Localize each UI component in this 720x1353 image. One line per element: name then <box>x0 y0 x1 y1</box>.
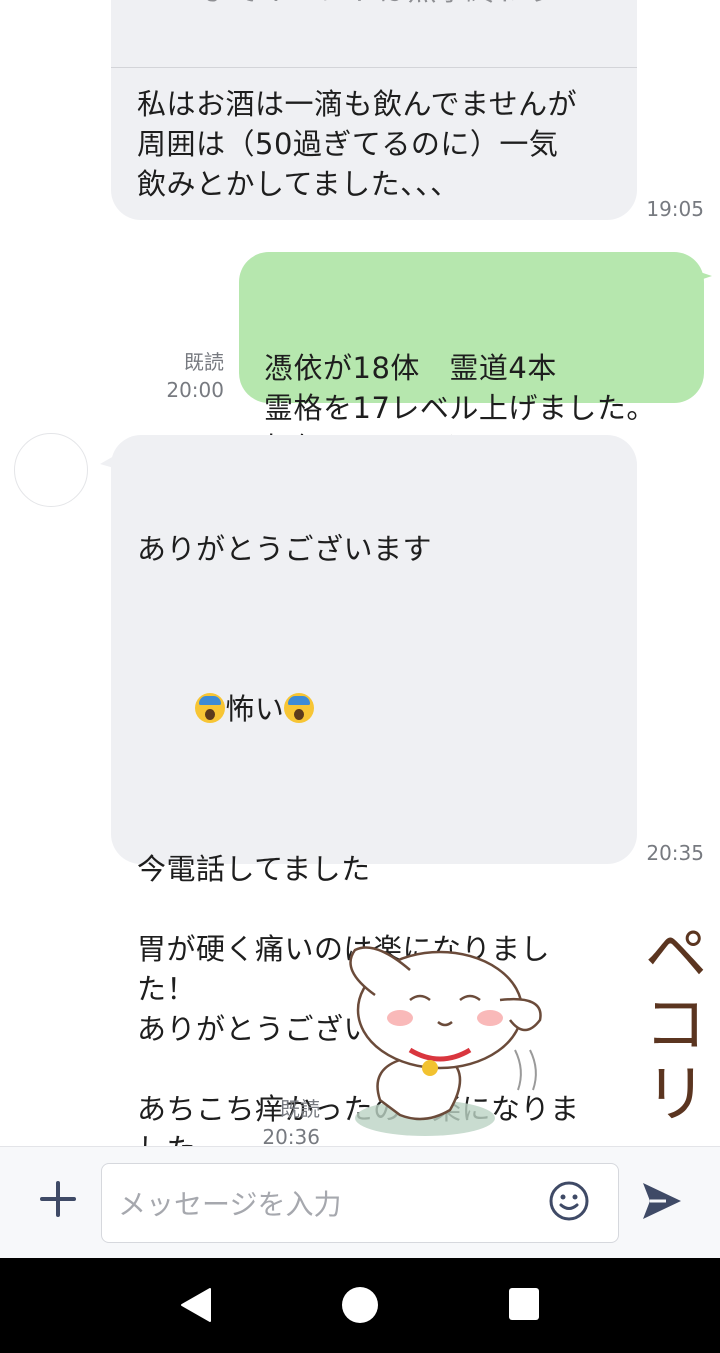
sticker-image[interactable]: ペコリ <box>330 900 710 1146</box>
home-circle-icon[interactable] <box>342 1287 378 1323</box>
quoted-message[interactable]: までイベントは無事終わり… <box>111 0 637 68</box>
message-input-bar <box>0 1146 720 1258</box>
back-triangle-icon[interactable] <box>178 1286 216 1324</box>
message-line: ありがとうございます <box>137 532 433 566</box>
bowing-bunny-sticker: ペコリ <box>349 920 707 1136</box>
message-field[interactable] <box>101 1163 619 1243</box>
read-label: 既読 <box>184 350 224 374</box>
message-time: 20:35 <box>646 841 704 865</box>
recent-apps-square-icon[interactable] <box>509 1288 539 1320</box>
read-label: 既読 <box>280 1097 320 1121</box>
incoming-reply-message[interactable]: までイベントは無事終わり… 私はお酒は一滴も飲んでませんが 周囲は（50過ぎてる… <box>111 0 637 220</box>
message-text: 私はお酒は一滴も飲んでませんが 周囲は（50過ぎてるのに）一気 飲みとかしてまし… <box>137 87 578 201</box>
incoming-message[interactable]: ありがとうございます 怖い 今電話してました 胃が硬く痛いのは楽になりまし た！… <box>111 435 637 1146</box>
quoted-message-text: までイベントは無事終わり… <box>201 0 585 10</box>
message-line-with-emoji: 怖い <box>137 649 637 769</box>
emoji-line-text: 怖い <box>225 692 285 726</box>
sender-avatar[interactable] <box>14 433 88 507</box>
outgoing-message[interactable]: 憑依が18体 霊道4本 霊格を17レベル上げました。 如何でしょうか? <box>239 252 704 465</box>
plus-icon[interactable] <box>34 1175 82 1223</box>
message-input[interactable] <box>118 1182 538 1226</box>
message-time: 20:36 <box>262 1125 320 1146</box>
read-receipt: 既読 20:00 <box>160 348 224 404</box>
system-navigation-bar <box>0 1258 720 1353</box>
smile-icon[interactable] <box>548 1180 590 1222</box>
face-screaming-in-fear-icon <box>195 693 226 723</box>
message-time: 19:05 <box>646 197 704 221</box>
face-screaming-in-fear-icon <box>284 693 315 723</box>
chat-area[interactable]: までイベントは無事終わり… 私はお酒は一滴も飲んでませんが 周囲は（50過ぎてる… <box>0 0 720 1146</box>
message-time: 20:00 <box>166 378 224 402</box>
read-receipt: 既読 20:36 <box>256 1095 320 1146</box>
send-icon[interactable] <box>640 1179 684 1223</box>
sticker-caption: ペコリ <box>633 920 707 1130</box>
